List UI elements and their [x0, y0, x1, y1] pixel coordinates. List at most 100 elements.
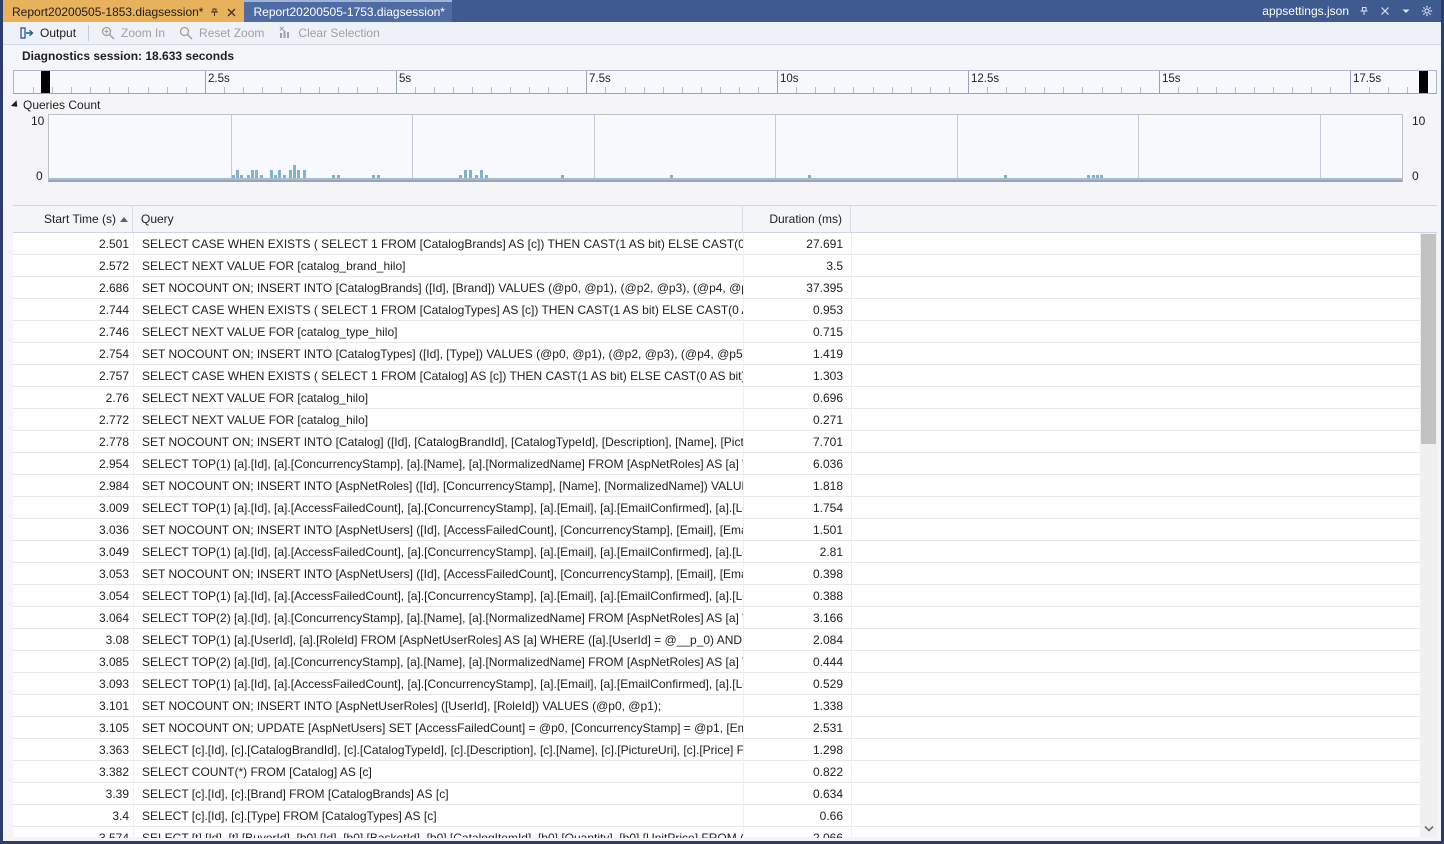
table-row[interactable]: 2.778SET NOCOUNT ON; INSERT INTO [Catalo… — [13, 431, 1437, 453]
cell-start-time: 3.093 — [13, 673, 133, 695]
table-body: 2.501SELECT CASE WHEN EXISTS ( SELECT 1 … — [13, 233, 1437, 838]
table-row[interactable]: 3.363SELECT [c].[Id], [c].[CatalogBrandI… — [13, 739, 1437, 761]
cell-duration: 0.398 — [743, 563, 851, 585]
column-header-duration[interactable]: Duration (ms) — [743, 206, 851, 233]
cell-query: SET NOCOUNT ON; INSERT INTO [AspNetUsers… — [133, 519, 743, 541]
table-row[interactable]: 2.754SET NOCOUNT ON; INSERT INTO [Catalo… — [13, 343, 1437, 365]
cell-start-time: 2.984 — [13, 475, 133, 497]
ruler-tick-label: 10s — [777, 73, 799, 85]
ruler-minor-tick — [510, 87, 511, 93]
tab-report-1853[interactable]: Report20200505-1853.diagsession* — [3, 0, 244, 22]
cell-filler — [851, 783, 1437, 805]
cell-query: SET NOCOUNT ON; UPDATE [AspNetUsers] SET… — [133, 717, 743, 739]
ruler-minor-tick — [663, 87, 664, 93]
output-button[interactable]: Output — [15, 23, 85, 44]
ruler-minor-tick — [739, 87, 740, 93]
table-row[interactable]: 2.757SELECT CASE WHEN EXISTS ( SELECT 1 … — [13, 365, 1437, 387]
chevron-down-icon[interactable] — [1420, 820, 1437, 837]
range-marker-start[interactable] — [41, 71, 50, 94]
cell-query: SET NOCOUNT ON; INSERT INTO [AspNetUsers… — [133, 563, 743, 585]
cell-query: SELECT TOP(1) [a].[UserId], [a].[RoleId]… — [133, 629, 743, 651]
table-row[interactable]: 2.984SET NOCOUNT ON; INSERT INTO [AspNet… — [13, 475, 1437, 497]
cell-query: SELECT [c].[Id], [c].[Brand] FROM [Catal… — [133, 783, 743, 805]
table-row[interactable]: 3.009SELECT TOP(1) [a].[Id], [a].[Access… — [13, 497, 1437, 519]
table-row[interactable]: 2.772SELECT NEXT VALUE FOR [catalog_hilo… — [13, 409, 1437, 431]
ruler-minor-tick — [1178, 87, 1179, 93]
ruler-minor-tick — [1140, 87, 1141, 93]
table-row[interactable]: 2.686SET NOCOUNT ON; INSERT INTO [Catalo… — [13, 277, 1437, 299]
timeline-ruler[interactable]: 2.5s5s7.5s10s12.5s15s17.5s — [13, 70, 1437, 94]
ruler-minor-tick — [796, 87, 797, 93]
table-row[interactable]: 2.744SELECT CASE WHEN EXISTS ( SELECT 1 … — [13, 299, 1437, 321]
ruler-minor-tick — [52, 87, 53, 93]
table-row[interactable]: 3.08SELECT TOP(1) [a].[UserId], [a].[Rol… — [13, 629, 1437, 651]
zoom-in-button[interactable]: Zoom In — [96, 23, 174, 44]
cell-duration: 0.66 — [743, 805, 851, 827]
ruler-tick-label: 15s — [1159, 73, 1181, 85]
cell-query: SELECT TOP(1) [a].[Id], [a].[AccessFaile… — [133, 673, 743, 695]
table-row[interactable]: 2.572SELECT NEXT VALUE FOR [catalog_bran… — [13, 255, 1437, 277]
cell-query: SELECT TOP(1) [a].[Id], [a].[AccessFaile… — [133, 585, 743, 607]
cell-start-time: 2.778 — [13, 431, 133, 453]
cell-start-time: 3.574 — [13, 827, 133, 839]
reset-zoom-button-label: Reset Zoom — [199, 26, 264, 40]
table-row[interactable]: 3.054SELECT TOP(1) [a].[Id], [a].[Access… — [13, 585, 1437, 607]
collapse-triangle-icon[interactable] — [11, 100, 20, 109]
ruler-minor-tick — [1407, 87, 1408, 93]
close-icon[interactable] — [226, 7, 237, 18]
table-row[interactable]: 3.049SELECT TOP(1) [a].[Id], [a].[Access… — [13, 541, 1437, 563]
cell-query: SET NOCOUNT ON; INSERT INTO [Catalog] ([… — [133, 431, 743, 453]
table-row[interactable]: 3.101SET NOCOUNT ON; INSERT INTO [AspNet… — [13, 695, 1437, 717]
cell-filler — [851, 299, 1437, 321]
ruler-minor-tick — [853, 87, 854, 93]
table-row[interactable]: 3.574SELECT [t].[Id], [t].[BuyerId], [b0… — [13, 827, 1437, 838]
table-row[interactable]: 3.4SELECT [c].[Id], [c].[Type] FROM [Cat… — [13, 805, 1437, 827]
gear-icon[interactable] — [1421, 5, 1433, 17]
cell-duration: 0.271 — [743, 409, 851, 431]
table-row[interactable]: 3.036SET NOCOUNT ON; INSERT INTO [AspNet… — [13, 519, 1437, 541]
cell-start-time: 3.054 — [13, 585, 133, 607]
queries-count-header[interactable]: Queries Count — [13, 97, 100, 113]
table-row[interactable]: 3.382SELECT COUNT(*) FROM [Catalog] AS [… — [13, 761, 1437, 783]
cell-duration: 6.036 — [743, 453, 851, 475]
table-row[interactable]: 2.501SELECT CASE WHEN EXISTS ( SELECT 1 … — [13, 233, 1437, 255]
cell-start-time: 2.757 — [13, 365, 133, 387]
pin-icon[interactable] — [209, 7, 220, 18]
clear-selection-button[interactable]: Clear Selection — [273, 23, 388, 44]
table-row[interactable]: 3.093SELECT TOP(1) [a].[Id], [a].[Access… — [13, 673, 1437, 695]
tab-report-1753[interactable]: Report20200505-1753.diagsession* — [244, 0, 451, 22]
column-header-query[interactable]: Query — [133, 206, 743, 233]
ruler-minor-tick — [186, 87, 187, 93]
table-row[interactable]: 2.76SELECT NEXT VALUE FOR [catalog_hilo]… — [13, 387, 1437, 409]
table-row[interactable]: 3.064SELECT TOP(2) [a].[Id], [a].[Concur… — [13, 607, 1437, 629]
vertical-scrollbar[interactable] — [1420, 233, 1437, 837]
table-row[interactable]: 2.746SELECT NEXT VALUE FOR [catalog_type… — [13, 321, 1437, 343]
cell-duration: 1.501 — [743, 519, 851, 541]
ruler-minor-tick — [300, 87, 301, 93]
appsettings-tab-label[interactable]: appsettings.json — [1262, 4, 1349, 18]
table-row[interactable]: 3.105SET NOCOUNT ON; UPDATE [AspNetUsers… — [13, 717, 1437, 739]
cell-start-time: 2.754 — [13, 343, 133, 365]
column-header-label: Duration (ms) — [769, 212, 842, 226]
queries-count-graph[interactable] — [48, 114, 1403, 182]
range-marker-end[interactable] — [1419, 71, 1428, 94]
cell-duration: 1.338 — [743, 695, 851, 717]
cell-filler — [851, 431, 1437, 453]
scrollbar-thumb[interactable] — [1421, 234, 1436, 444]
cell-query: SELECT CASE WHEN EXISTS ( SELECT 1 FROM … — [133, 233, 743, 255]
table-row[interactable]: 3.053SET NOCOUNT ON; INSERT INTO [AspNet… — [13, 563, 1437, 585]
table-row[interactable]: 2.954SELECT TOP(1) [a].[Id], [a].[Concur… — [13, 453, 1437, 475]
close-icon[interactable] — [1379, 5, 1391, 17]
ruler-minor-tick — [319, 87, 320, 93]
cell-start-time: 2.954 — [13, 453, 133, 475]
reset-zoom-button[interactable]: Reset Zoom — [174, 23, 273, 44]
pin-icon[interactable] — [1358, 5, 1370, 17]
chevron-down-icon[interactable] — [1400, 5, 1412, 17]
ruler-minor-tick — [224, 87, 225, 93]
cell-start-time: 2.744 — [13, 299, 133, 321]
column-header-start-time[interactable]: Start Time (s) — [13, 206, 133, 233]
cell-start-time: 3.036 — [13, 519, 133, 541]
table-row[interactable]: 3.39SELECT [c].[Id], [c].[Brand] FROM [C… — [13, 783, 1437, 805]
cell-query: SET NOCOUNT ON; INSERT INTO [AspNetUserR… — [133, 695, 743, 717]
table-row[interactable]: 3.085SELECT TOP(2) [a].[Id], [a].[Concur… — [13, 651, 1437, 673]
